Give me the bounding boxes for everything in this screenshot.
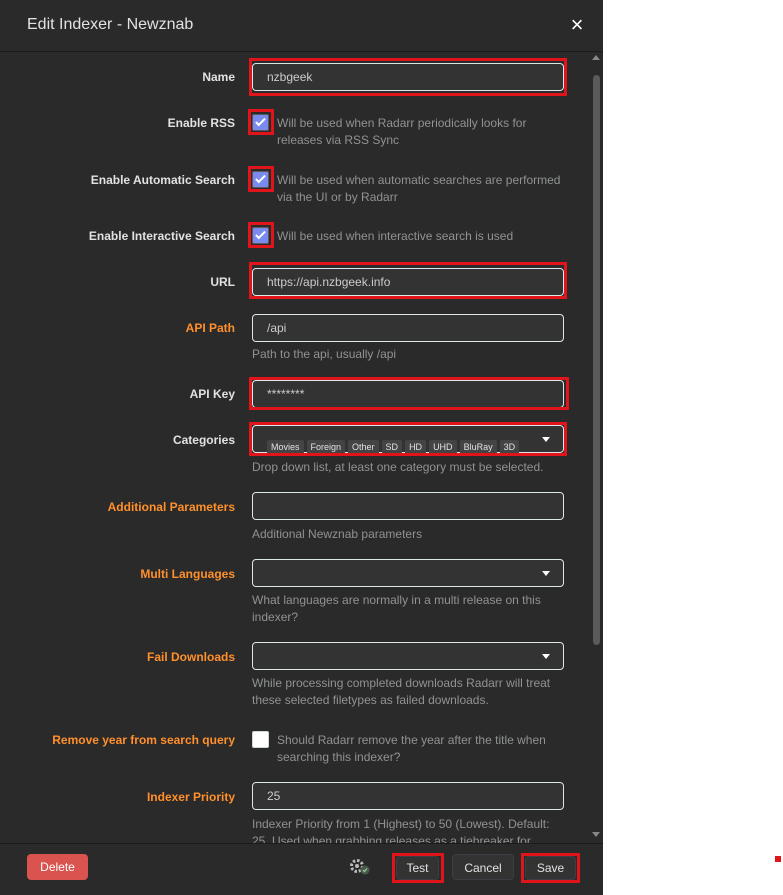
name-label: Name (202, 70, 235, 84)
category-tag: SD (381, 440, 403, 454)
indexer-priority-help-clip: Indexer Priority from 1 (Highest) to 50 … (0, 810, 590, 843)
gear-icon[interactable] (348, 857, 372, 877)
enable-interactive-search-label: Enable Interactive Search (88, 229, 235, 243)
category-tag: BluRay (459, 440, 497, 454)
additional-parameters-label: Additional Parameters (107, 500, 235, 514)
fail-downloads-select[interactable] (252, 642, 564, 670)
chevron-down-icon (542, 654, 550, 659)
modal-header: Edit Indexer - Newznab × (0, 0, 603, 52)
api-path-input[interactable]: /api (252, 314, 564, 342)
remove-year-help: Should Radarr remove the year after the … (277, 733, 546, 764)
scroll-up-icon[interactable] (592, 55, 600, 60)
remove-year-label: Remove year from search query (52, 733, 235, 747)
enable-automatic-search-label: Enable Automatic Search (90, 173, 235, 187)
additional-parameters-help: Additional Newznab parameters (252, 527, 423, 541)
fail-downloads-help: While processing completed downloads Rad… (252, 676, 551, 707)
multi-languages-help: What languages are normally in a multi r… (252, 593, 541, 624)
checkmark-icon (255, 172, 266, 184)
indexer-priority-label: Indexer Priority (146, 790, 235, 804)
category-tags: Movies Foreign Other SD HD UHD BluRay 3D (267, 433, 522, 459)
edit-indexer-modal: Edit Indexer - Newznab × Name nzbgeek En… (0, 0, 603, 895)
category-tag: HD (405, 440, 427, 454)
categories-label: Categories (172, 433, 235, 447)
api-key-input[interactable]: ******** (252, 380, 564, 408)
close-icon[interactable]: × (566, 13, 588, 37)
additional-parameters-input[interactable] (252, 492, 564, 520)
test-button[interactable]: Test (396, 856, 439, 880)
api-path-label: API Path (185, 321, 235, 335)
enable-rss-help: Will be used when Radarr periodically lo… (277, 116, 527, 147)
enable-interactive-search-checkbox[interactable] (252, 227, 269, 244)
multi-languages-select[interactable] (252, 559, 564, 587)
name-input[interactable]: nzbgeek (252, 63, 564, 91)
remove-year-checkbox[interactable] (252, 731, 269, 748)
delete-button[interactable]: Delete (27, 854, 88, 880)
fail-downloads-label: Fail Downloads (146, 650, 235, 664)
enable-automatic-search-help: Will be used when automatic searches are… (277, 173, 561, 204)
categories-help: Drop down list, at least one category mu… (252, 460, 544, 474)
scrollbar-thumb[interactable] (593, 75, 600, 645)
enable-interactive-search-help: Will be used when interactive search is … (277, 229, 514, 243)
categories-select[interactable]: Movies Foreign Other SD HD UHD BluRay 3D (252, 425, 564, 454)
scroll-down-icon[interactable] (592, 832, 600, 837)
enable-rss-label: Enable RSS (167, 116, 235, 130)
category-tag: 3D (499, 440, 520, 454)
enable-automatic-search-checkbox[interactable] (252, 171, 269, 188)
scrollbar[interactable] (590, 53, 603, 843)
api-path-help: Path to the api, usually /api (252, 347, 397, 361)
url-label: URL (210, 275, 235, 289)
checkmark-icon (255, 228, 266, 240)
indexer-priority-input[interactable]: 25 (252, 782, 564, 810)
category-tag: Foreign (306, 440, 346, 454)
modal-title: Edit Indexer - Newznab (27, 16, 194, 33)
indexer-priority-help: Indexer Priority from 1 (Highest) to 50 … (252, 817, 550, 843)
category-tag: Other (348, 440, 379, 454)
annotation-marker (775, 856, 781, 862)
api-key-label: API Key (189, 387, 235, 401)
chevron-down-icon (542, 571, 550, 576)
save-button[interactable]: Save (525, 856, 576, 880)
chevron-down-icon (542, 437, 550, 442)
url-input[interactable]: https://api.nzbgeek.info (252, 268, 564, 296)
checkmark-icon (255, 115, 266, 127)
multi-languages-label: Multi Languages (140, 567, 235, 581)
category-tag: UHD (429, 440, 457, 454)
enable-rss-checkbox[interactable] (252, 114, 269, 131)
cancel-button[interactable]: Cancel (452, 854, 514, 880)
category-tag: Movies (267, 440, 304, 454)
